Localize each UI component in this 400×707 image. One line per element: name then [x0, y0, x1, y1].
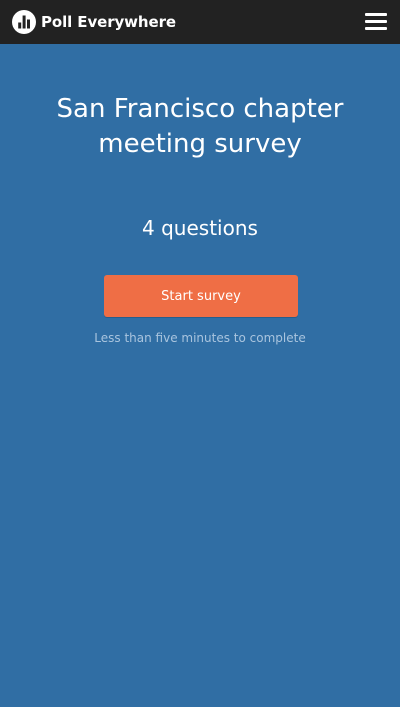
menu-bar-line [365, 13, 387, 16]
survey-landing: San Francisco chapter meeting survey 4 q… [0, 44, 400, 707]
hamburger-menu-icon[interactable] [365, 12, 387, 32]
start-survey-button[interactable]: Start survey [104, 275, 298, 317]
top-bar: Poll Everywhere [0, 0, 400, 44]
menu-bar-line [365, 27, 387, 30]
survey-title: San Francisco chapter meeting survey [56, 94, 344, 159]
brand-logo[interactable]: Poll Everywhere [12, 10, 176, 34]
poll-everywhere-logo-icon [12, 10, 36, 34]
brand-name: Poll Everywhere [41, 13, 176, 31]
completion-time-note: Less than five minutes to complete [94, 331, 306, 345]
menu-bar-line [365, 20, 387, 23]
question-count: 4 questions [142, 216, 258, 240]
